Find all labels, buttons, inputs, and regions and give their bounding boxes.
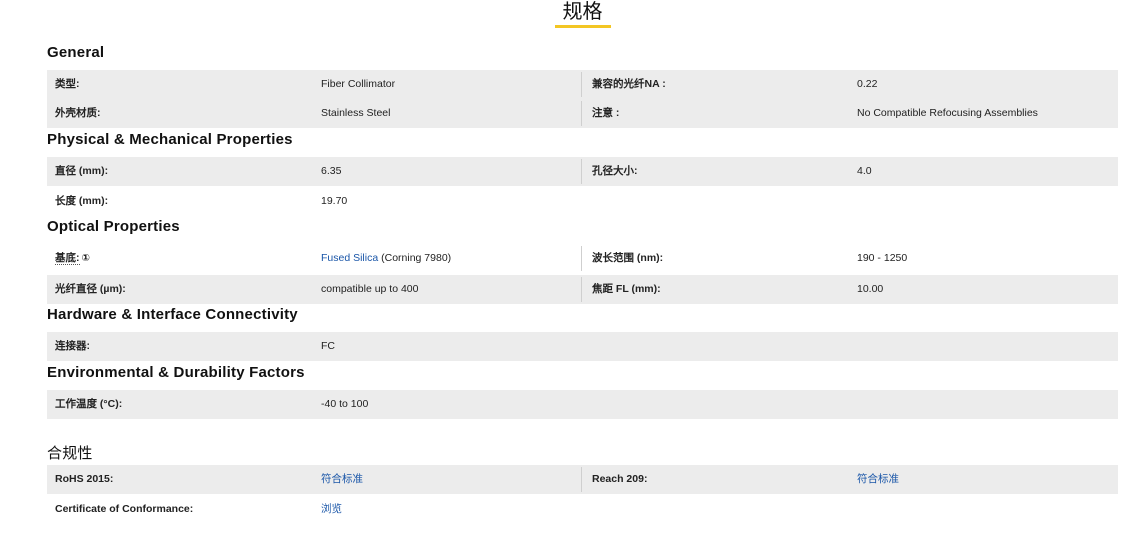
view-certificate-link[interactable]: 浏览 [321,495,342,524]
spec-label-substrate: 基底: [55,252,80,265]
spec-value-housing: Stainless Steel [321,107,391,119]
spec-label-wavelength: 波长范围 (nm): [592,252,664,264]
spec-label-temperature: 工作温度 (°C): [55,398,123,410]
column-divider [581,159,582,184]
section-heading-environmental: Environmental & Durability Factors [47,364,305,381]
title-wrap: 规格 [0,0,1125,28]
info-icon[interactable]: ① [82,253,90,264]
section-heading-general: General [47,44,105,61]
spec-value-connector: FC [321,340,335,352]
spec-value-type: Fiber Collimator [321,78,396,90]
spec-value-note: No Compatible Refocusing Assemblies [857,107,1038,119]
reach-compliant-link[interactable]: 符合标准 [857,465,899,494]
spec-value-aperture: 4.0 [857,165,872,177]
column-divider [581,277,582,302]
spec-label-focal: 焦距 FL (mm): [592,283,661,295]
spec-label-rohs: RoHS 2015: [55,473,114,485]
spec-row: 长度 (mm): 19.70 [47,187,1118,216]
spec-row: 类型: Fiber Collimator 兼容的光纤NA : 0.22 [47,70,1118,99]
spec-label-connector: 连接器: [55,340,90,352]
spec-value-diameter: 6.35 [321,165,342,177]
spec-value-length: 19.70 [321,195,348,207]
spec-row: Certificate of Conformance: 浏览 [47,495,1118,524]
spec-label-length: 长度 (mm): [55,195,109,207]
spec-label-diameter: 直径 (mm): [55,165,109,177]
spec-label-reach: Reach 209: [592,473,648,485]
substrate-suffix: (Corning 7980) [381,252,452,264]
spec-label-note: 注意 : [592,107,620,119]
spec-row: 基底: ① Fused Silica (Corning 7980) 波长范围 (n… [47,244,1118,273]
section-heading-physical: Physical & Mechanical Properties [47,131,293,148]
column-divider [581,467,582,492]
section-heading-hardware: Hardware & Interface Connectivity [47,306,298,323]
spec-row: 工作温度 (°C): -40 to 100 [47,390,1118,419]
spec-label-type: 类型: [55,78,80,90]
spec-value-focal: 10.00 [857,283,884,295]
spec-page: 规格 General 类型: Fiber Collimator 兼容的光纤NA … [0,0,1125,538]
section-heading-compliance: 合规性 [47,445,93,462]
rohs-compliant-link[interactable]: 符合标准 [321,465,363,494]
spec-value-temperature: -40 to 100 [321,398,369,410]
spec-row: 连接器: FC [47,332,1118,361]
spec-value-na: 0.22 [857,78,878,90]
spec-label-housing: 外壳材质: [55,107,101,119]
spec-row: RoHS 2015: 符合标准 Reach 209: 符合标准 [47,465,1118,494]
spec-label-fiber-diameter: 光纤直径 (µm): [55,283,126,295]
spec-label-coc: Certificate of Conformance: [55,503,194,515]
spec-label-na: 兼容的光纤NA : [592,78,666,90]
spec-row: 直径 (mm): 6.35 孔径大小: 4.0 [47,157,1118,186]
spec-row: 光纤直径 (µm): compatible up to 400 焦距 FL (m… [47,275,1118,304]
spec-value-substrate: Fused Silica (Corning 7980) [321,244,451,273]
spec-row: 外壳材质: Stainless Steel 注意 : No Compatible… [47,99,1118,128]
column-divider [581,72,582,97]
column-divider [581,101,582,126]
spec-value-fiber-diameter: compatible up to 400 [321,283,419,295]
section-heading-optical: Optical Properties [47,218,180,235]
column-divider [581,246,582,271]
fused-silica-link[interactable]: Fused Silica [321,252,378,264]
spec-label-substrate-wrap: 基底: ① [55,244,90,273]
page-title: 规格 [554,0,611,28]
spec-value-wavelength: 190 - 1250 [857,252,908,264]
spec-label-aperture: 孔径大小: [592,165,638,177]
